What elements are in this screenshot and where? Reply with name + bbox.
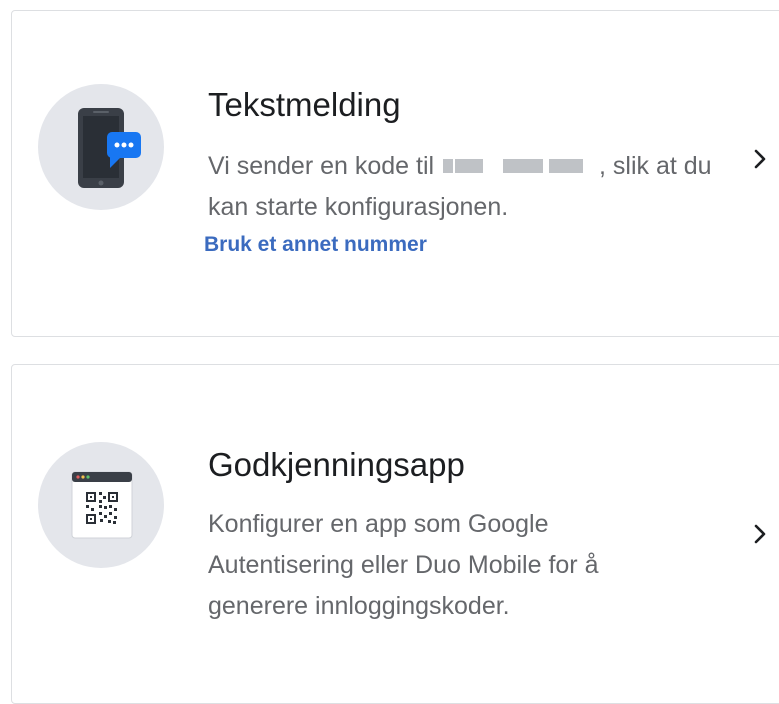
authenticator-option-description: Konfigurer en app som Google Autentiseri…: [208, 510, 599, 620]
sms-option-card[interactable]: Tekstmelding Vi sender en kode til , sli…: [11, 10, 779, 337]
qr-code-browser-icon: [71, 471, 133, 539]
sms-option-description: Vi sender en kode til , slik at du kan s…: [208, 146, 728, 228]
chevron-right-icon[interactable]: [748, 522, 772, 546]
use-another-number-link[interactable]: Bruk et annet nummer: [204, 233, 427, 257]
authenticator-icon-circle: [38, 442, 164, 568]
chevron-right-icon[interactable]: [748, 147, 772, 171]
sms-description-prefix: Vi sender en kode til: [208, 152, 435, 180]
authenticator-option-card[interactable]: Godkjenningsapp Konfigurer en app som Go…: [11, 364, 779, 704]
sms-icon-circle: [38, 84, 164, 210]
phone-chat-icon: [78, 108, 141, 188]
authenticator-option-title: Godkjenningsapp: [208, 446, 465, 483]
masked-phone-number: [441, 155, 599, 175]
sms-option-title: Tekstmelding: [208, 86, 401, 123]
